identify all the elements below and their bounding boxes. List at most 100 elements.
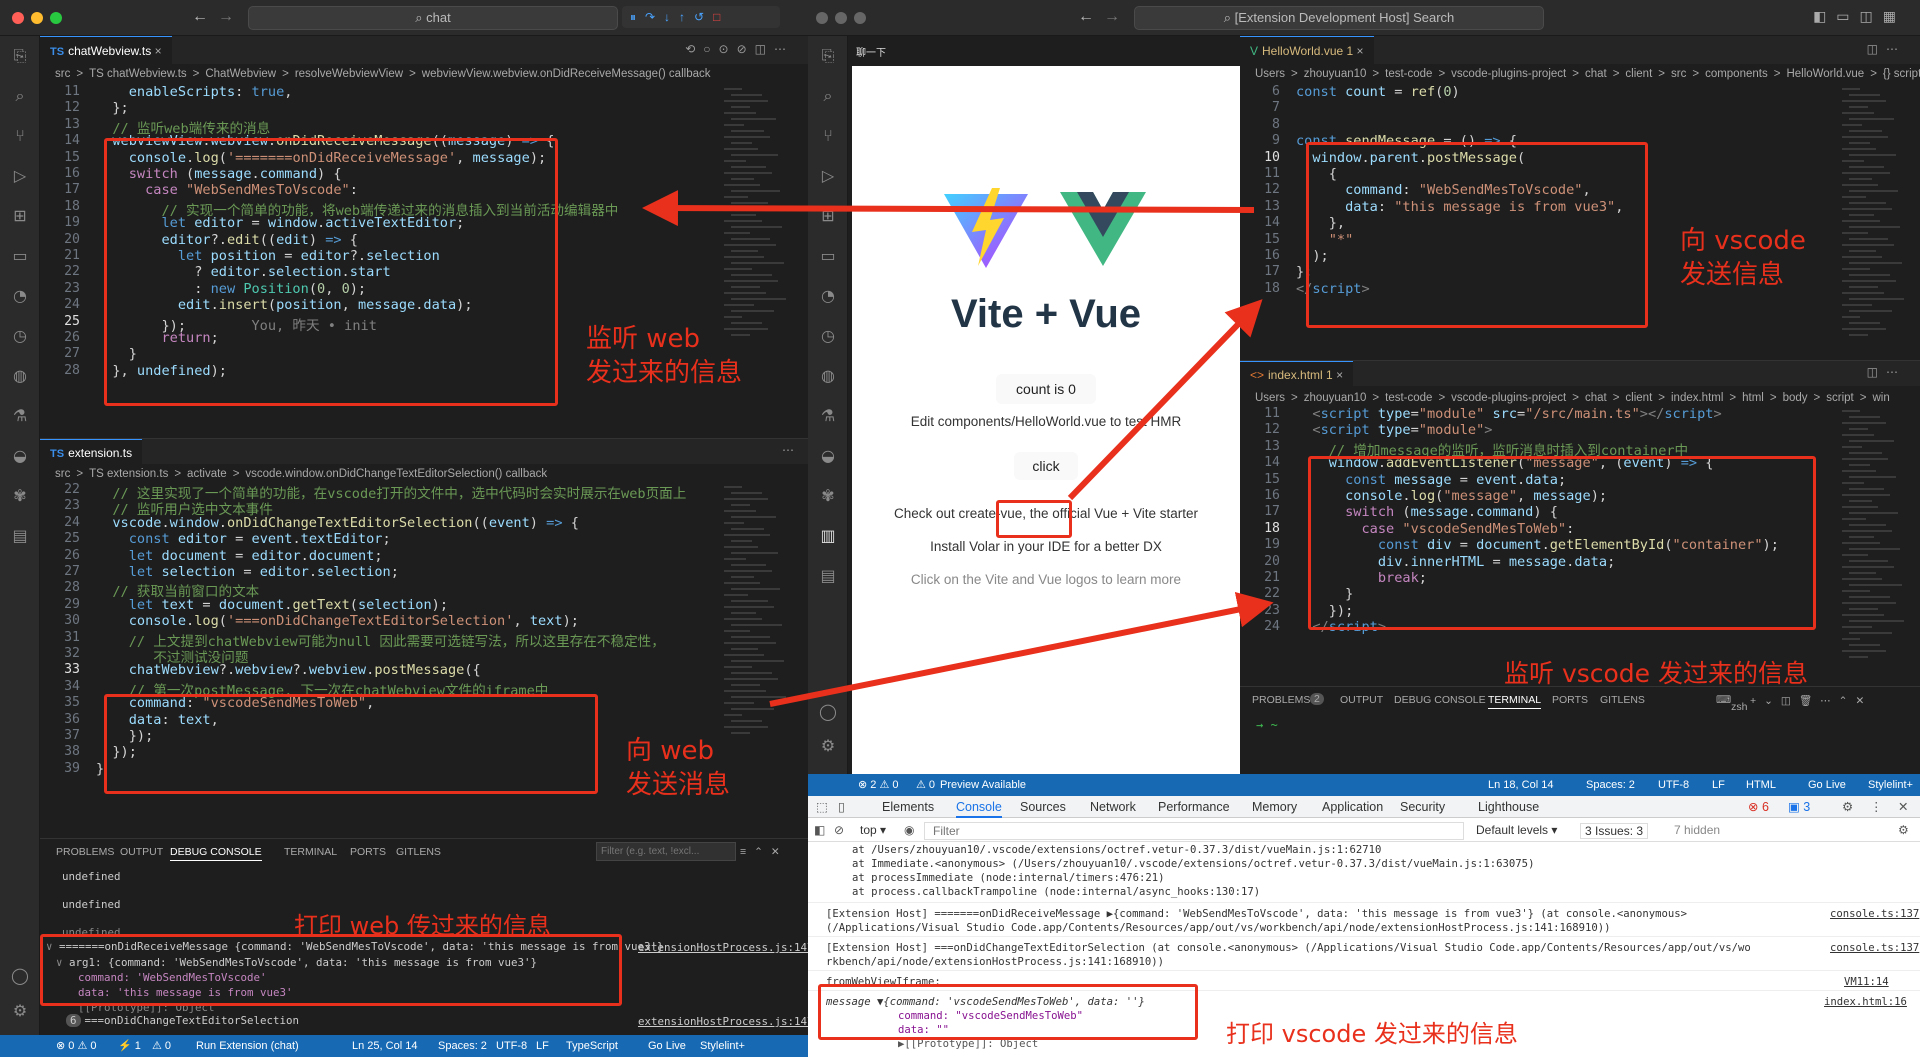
extensions-icon[interactable]: ⊞ xyxy=(10,206,30,226)
more-icon[interactable]: ⋯ xyxy=(782,443,794,457)
chat-icon[interactable]: ▤ xyxy=(818,566,838,586)
explorer-icon[interactable]: ⎘ xyxy=(10,46,30,66)
back-icon[interactable]: ← xyxy=(1078,8,1094,26)
breadcrumb-item[interactable]: vscode.window.onDidChangeTextEditorSelec… xyxy=(245,468,547,480)
tab-debug-console[interactable]: DEBUG CONSOLE xyxy=(1394,694,1486,706)
forward-icon[interactable]: → xyxy=(218,8,234,26)
breadcrumb[interactable]: Users > zhouyuan10 > test-code > vscode-plugin… xyxy=(1240,64,1920,84)
status-item[interactable]: Spaces: 2 xyxy=(438,1035,487,1057)
webview-tab[interactable]: 聊一下 xyxy=(856,44,886,59)
back-icon[interactable]: ← xyxy=(192,8,208,26)
status-item[interactable]: Ln 18, Col 14 xyxy=(1488,774,1553,796)
console-filter-input[interactable] xyxy=(596,842,736,861)
breadcrumb-item[interactable]: index.html xyxy=(1671,392,1723,404)
message-count[interactable]: ▣ 3 xyxy=(1788,799,1810,814)
breadcrumb-item[interactable]: body xyxy=(1783,392,1808,404)
breadcrumb-item[interactable]: activate xyxy=(187,468,227,480)
breadcrumb-item[interactable]: chat xyxy=(1585,68,1607,80)
panel-tab-terminal[interactable]: TERMINAL xyxy=(284,846,337,858)
openai-icon[interactable]: ✾ xyxy=(818,486,838,506)
tab-extension[interactable]: TS extension.ts xyxy=(40,439,143,465)
devtools-filter-input[interactable] xyxy=(924,822,1464,840)
devtools-menu-icon[interactable]: ⋮ xyxy=(1870,799,1883,814)
breadcrumb-item[interactable]: src xyxy=(55,468,70,480)
chat-icon[interactable]: ▤ xyxy=(10,526,30,546)
tab-helloworld[interactable]: V HelloWorld.vue 1 × xyxy=(1240,36,1374,64)
status-item[interactable]: LF xyxy=(1712,774,1725,796)
breadcrumb-item[interactable]: vscode-plugins-project xyxy=(1451,68,1566,80)
status-item[interactable]: Ln 25, Col 14 xyxy=(352,1035,417,1057)
devtools-tab-network[interactable]: Network xyxy=(1090,800,1136,814)
source-control-icon[interactable]: ⑂ xyxy=(818,126,838,146)
extensions-icon[interactable]: ⊞ xyxy=(818,206,838,226)
panel-tab-output[interactable]: OUTPUT xyxy=(120,846,163,858)
gear-icon[interactable]: ⚙ xyxy=(818,736,838,756)
command-center-search[interactable]: ⌕ chat xyxy=(248,6,618,30)
status-item[interactable]: ⊗ 0 ⚠ 0 xyxy=(56,1035,96,1057)
tab-problems[interactable]: PROBLEMS xyxy=(1252,694,1310,706)
breadcrumb-item[interactable]: src xyxy=(1671,68,1686,80)
breadcrumb[interactable]: Users > zhouyuan10 > test-code > vscode-plugin… xyxy=(1240,388,1920,408)
window-controls[interactable] xyxy=(816,12,873,27)
devtools-tab-lighthouse[interactable]: Lighthouse xyxy=(1478,800,1539,814)
book-icon[interactable]: ▥ xyxy=(818,526,838,546)
remote-icon[interactable]: ▭ xyxy=(818,246,838,266)
editor-actions[interactable]: ⟲○⊙⊘◫⋯ xyxy=(685,42,794,56)
status-item[interactable]: Spaces: 2 xyxy=(1586,774,1635,796)
status-item[interactable]: Go Live xyxy=(1808,774,1846,796)
forward-icon[interactable]: → xyxy=(1104,8,1120,26)
click-button[interactable]: click xyxy=(1014,452,1078,480)
timeline-icon[interactable]: ◷ xyxy=(10,326,30,346)
console-source-link[interactable]: VM11:14 xyxy=(1844,976,1889,988)
devtools-tab-application[interactable]: Application xyxy=(1322,800,1383,814)
search-icon[interactable]: ⌕ xyxy=(818,86,838,106)
console-source-link[interactable]: console.ts:137 xyxy=(1830,908,1919,920)
breadcrumb-item[interactable]: chat xyxy=(1585,392,1607,404)
breadcrumb-item[interactable]: vscode-plugins-project xyxy=(1451,392,1566,404)
breadcrumb-item[interactable]: webviewView.webview.onDidReceiveMessage(… xyxy=(422,68,711,80)
terminal-shell-label[interactable]: ⌨ zsh xyxy=(1716,694,1748,713)
devtools-tab-sources[interactable]: Sources xyxy=(1020,800,1066,814)
source-control-icon[interactable]: ⑂ xyxy=(10,126,30,146)
devtools-tab-memory[interactable]: Memory xyxy=(1252,800,1297,814)
breadcrumb-item[interactable]: Users xyxy=(1255,392,1285,404)
panel-tab-gitlens[interactable]: GITLENS xyxy=(396,846,441,858)
remote-icon[interactable]: ▭ xyxy=(10,246,30,266)
status-item[interactable]: Preview Available xyxy=(940,774,1026,796)
console-source-link[interactable]: index.html:16 xyxy=(1824,996,1907,1008)
error-count[interactable]: ⊗ 6 xyxy=(1748,799,1769,814)
breadcrumb-item[interactable]: client xyxy=(1625,392,1652,404)
window-controls[interactable] xyxy=(12,12,69,27)
breadcrumb-item[interactable]: resolveWebviewView xyxy=(295,68,403,80)
search-icon[interactable]: ⌕ xyxy=(10,86,30,106)
breadcrumb-item[interactable]: html xyxy=(1742,392,1764,404)
breadcrumb[interactable]: src > TS extension.ts > activate > vscode.wind… xyxy=(40,464,808,484)
status-item[interactable]: UTF-8 xyxy=(496,1035,527,1057)
panel-tab-debug-console[interactable]: DEBUG CONSOLE xyxy=(170,846,262,861)
status-item[interactable]: ⚠ 0 xyxy=(916,774,935,796)
status-item[interactable]: Go Live xyxy=(648,1035,686,1057)
breadcrumb-item[interactable]: zhouyuan10 xyxy=(1304,392,1367,404)
breadcrumb-item[interactable]: win xyxy=(1872,392,1889,404)
breadcrumb-item[interactable]: test-code xyxy=(1385,68,1432,80)
device-icon[interactable]: ▯ xyxy=(838,799,845,814)
status-item[interactable]: HTML xyxy=(1746,774,1776,796)
issues-button[interactable]: 3 Issues: 3 xyxy=(1580,823,1649,839)
devtools-tab-security[interactable]: Security xyxy=(1400,800,1445,814)
count-button[interactable]: count is 0 xyxy=(996,374,1096,404)
devtools-tab-performance[interactable]: Performance xyxy=(1158,800,1230,814)
openai-icon[interactable]: ✾ xyxy=(10,486,30,506)
sidebar-toggle-icon[interactable]: ◧ xyxy=(814,823,825,837)
breadcrumb-item[interactable]: client xyxy=(1625,68,1652,80)
breadcrumb-item[interactable]: HelloWorld.vue xyxy=(1786,68,1864,80)
account-icon[interactable]: ◯ xyxy=(818,702,838,722)
breadcrumb-item[interactable]: src xyxy=(55,68,70,80)
docker-icon[interactable]: ◒ xyxy=(818,446,838,466)
console-source-link[interactable]: extensionHostProcess.js:147 xyxy=(638,1015,808,1028)
run-debug-icon[interactable]: ▷ xyxy=(818,166,838,186)
status-item[interactable]: LF xyxy=(536,1035,549,1057)
debug-toolbar[interactable]: ⏸↷↓↑↺□ xyxy=(622,6,780,28)
test-icon[interactable]: ⚗ xyxy=(10,406,30,426)
status-item[interactable]: Stylelint+ xyxy=(700,1035,745,1057)
breadcrumb-item[interactable]: script xyxy=(1826,392,1853,404)
